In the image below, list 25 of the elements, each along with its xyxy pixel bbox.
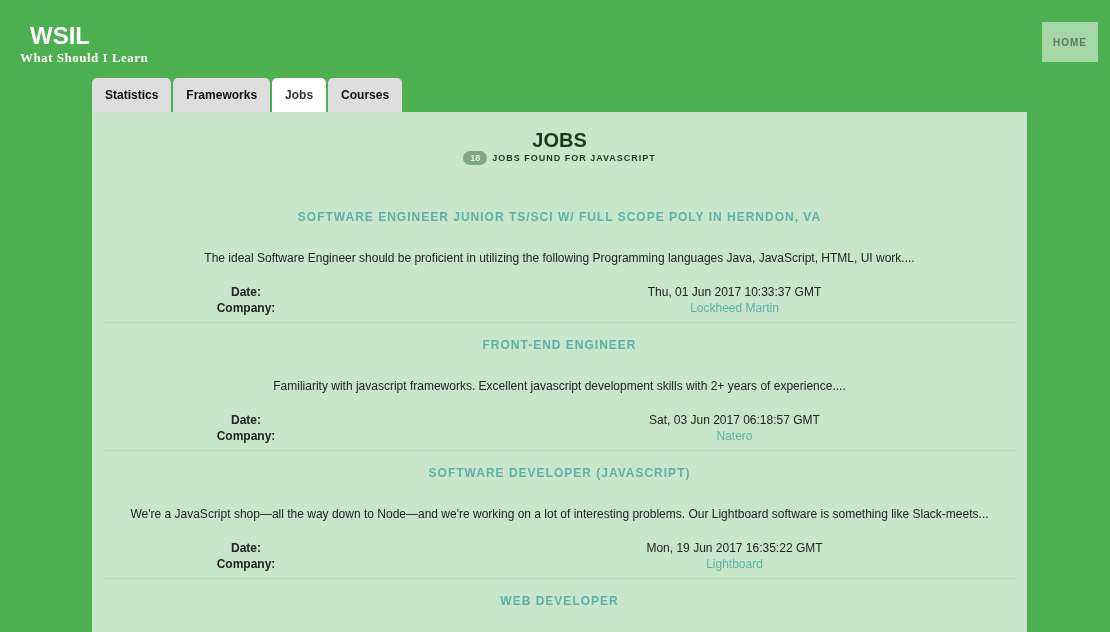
tab[interactable]: Statistics — [92, 78, 172, 112]
company-label: Company: — [215, 556, 277, 572]
job-date: Thu, 01 Jun 2017 10:33:37 GMT — [646, 284, 823, 300]
date-label: Date: — [230, 540, 262, 556]
site-title: WSIL — [30, 22, 91, 50]
site-subtitle: What Should I Learn — [20, 50, 149, 66]
tab[interactable]: Jobs — [272, 78, 327, 112]
job-title: SOFTWARE ENGINEER JUNIOR TS/SCI W/ FULL SCOPE POLY IN HERNDON, VA — [296, 210, 823, 224]
job-title: WEB DEVELOPER — [499, 594, 620, 608]
tab[interactable]: Frameworks — [173, 78, 271, 112]
job-date: Sat, 03 Jun 2017 06:18:57 GMT — [648, 412, 821, 428]
date-label: Date: — [230, 412, 262, 428]
job-description: The ideal Software Engineer should be proficient in utilizing the following Programming languages Java, JavaScript, HTML, UI work.... — [203, 251, 916, 265]
job-date: Mon, 19 Jun 2017 16:35:22 GMT — [645, 540, 824, 556]
tab[interactable]: Courses — [328, 78, 403, 112]
job-description: Familiarity with javascript frameworks. Excellent javascript development skills with 2+ years of experience.... — [272, 379, 847, 393]
count-badge: 18 — [463, 151, 488, 165]
company-label: Company: — [215, 428, 277, 444]
jobs-count-text: JOBS FOUND FOR JAVASCRIPT — [492, 153, 656, 163]
job-title: SOFTWARE DEVELOPER (JAVASCRIPT) — [427, 466, 692, 480]
date-label: Date: — [230, 284, 262, 300]
job-title: FRONT-END ENGINEER — [481, 338, 638, 352]
job-description: We're a JavaScript shop—all the way down to Node—and we're working on a lot of interesting problems. Our Lightboard software is something like Slack-meets... — [129, 507, 990, 521]
company-label: Company: — [215, 300, 277, 316]
page-heading: JOBS — [531, 129, 588, 151]
